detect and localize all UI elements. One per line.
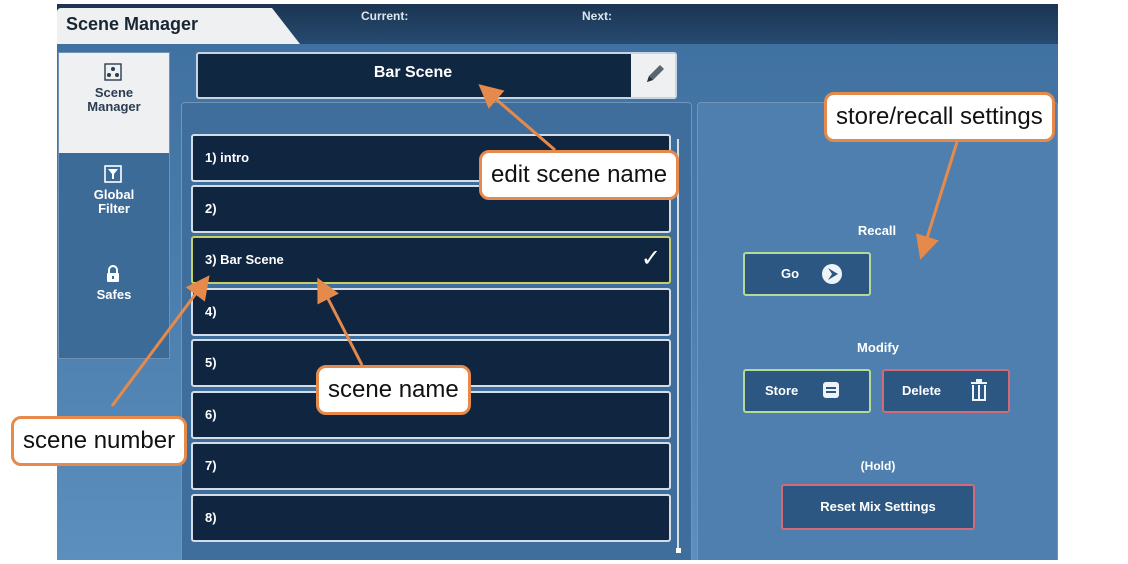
annotation-scene-name: scene name (316, 365, 471, 415)
annotation-edit-scene-name: edit scene name (479, 150, 680, 200)
annotation-scene-number: scene number (11, 416, 188, 466)
annotation-arrows (110, 84, 959, 407)
annotation-store-recall: store/recall settings (824, 92, 1055, 142)
